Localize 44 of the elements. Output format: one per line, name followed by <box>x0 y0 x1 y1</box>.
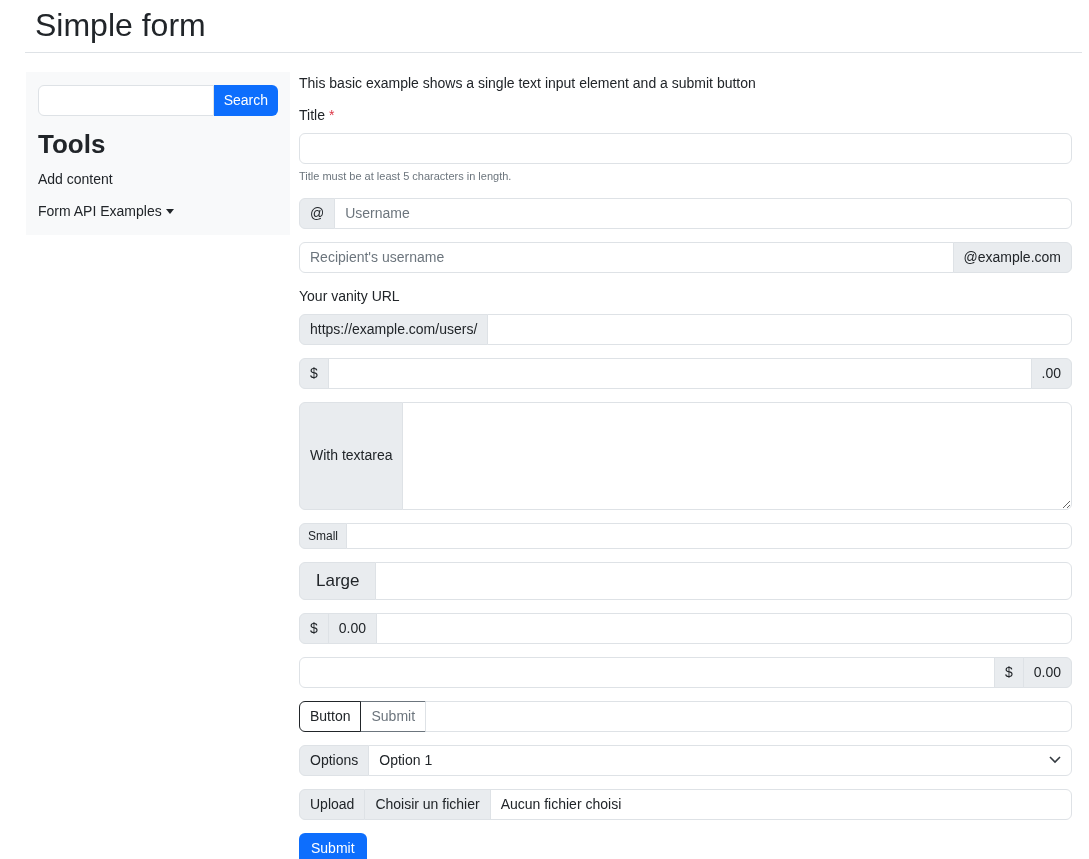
chevron-down-icon <box>1049 756 1061 764</box>
field-label: Your vanity URL <box>299 286 400 306</box>
outline-button[interactable]: Submit <box>360 700 427 732</box>
input-addon: $ <box>299 357 329 389</box>
input-field[interactable]: Recipient's username <box>299 241 954 273</box>
sidebar-heading: Tools <box>38 128 107 161</box>
input-field[interactable] <box>299 133 1072 164</box>
input-addon: $ <box>993 656 1024 688</box>
input-addon: Small <box>299 522 347 549</box>
input-field[interactable] <box>425 700 1072 732</box>
textarea-field[interactable] <box>402 401 1072 510</box>
choose-file-button[interactable]: Choisir un fichier <box>365 789 491 819</box>
field-label: Title <box>299 106 325 125</box>
sidebar-link[interactable]: Add content <box>38 169 113 189</box>
input-field[interactable] <box>487 313 1072 345</box>
input-addon: $ <box>299 612 329 644</box>
input-addon: 0.00 <box>1022 656 1072 688</box>
input-addon: @example.com <box>952 241 1072 273</box>
input-addon: @ <box>299 197 336 229</box>
outline-button[interactable]: Button <box>299 700 362 732</box>
submit-button[interactable]: Submit <box>299 832 367 859</box>
input-field[interactable] <box>346 522 1072 549</box>
select-field[interactable]: Option 1 <box>368 744 1072 776</box>
input-field[interactable] <box>375 561 1072 600</box>
input-addon: https://example.com/users/ <box>299 313 489 345</box>
input-addon: Options <box>299 744 370 776</box>
input-addon: Large <box>299 561 377 600</box>
input-addon: 0.00 <box>327 612 378 644</box>
input-field[interactable]: Username <box>334 197 1072 229</box>
required-mark: * <box>328 106 335 125</box>
input-addon: With textarea <box>299 401 404 510</box>
sidebar-link[interactable]: Form API Examples <box>38 201 174 221</box>
input-addon: .00 <box>1030 357 1072 389</box>
intro-text: This basic example shows a single text input element and a submit button <box>299 74 757 93</box>
input-field[interactable] <box>376 612 1072 644</box>
search-field[interactable] <box>38 85 214 116</box>
input-field[interactable] <box>327 357 1032 389</box>
page-title: Simple form <box>35 6 207 45</box>
input-field[interactable] <box>299 656 995 688</box>
file-input[interactable]: Choisir un fichier Aucun fichier choisi <box>364 788 1072 820</box>
input-addon: Upload <box>299 788 366 820</box>
help-text: Title must be at least 5 characters in length. <box>299 169 513 184</box>
file-status: Aucun fichier choisi <box>499 794 623 814</box>
search-button[interactable]: Search <box>213 85 278 116</box>
